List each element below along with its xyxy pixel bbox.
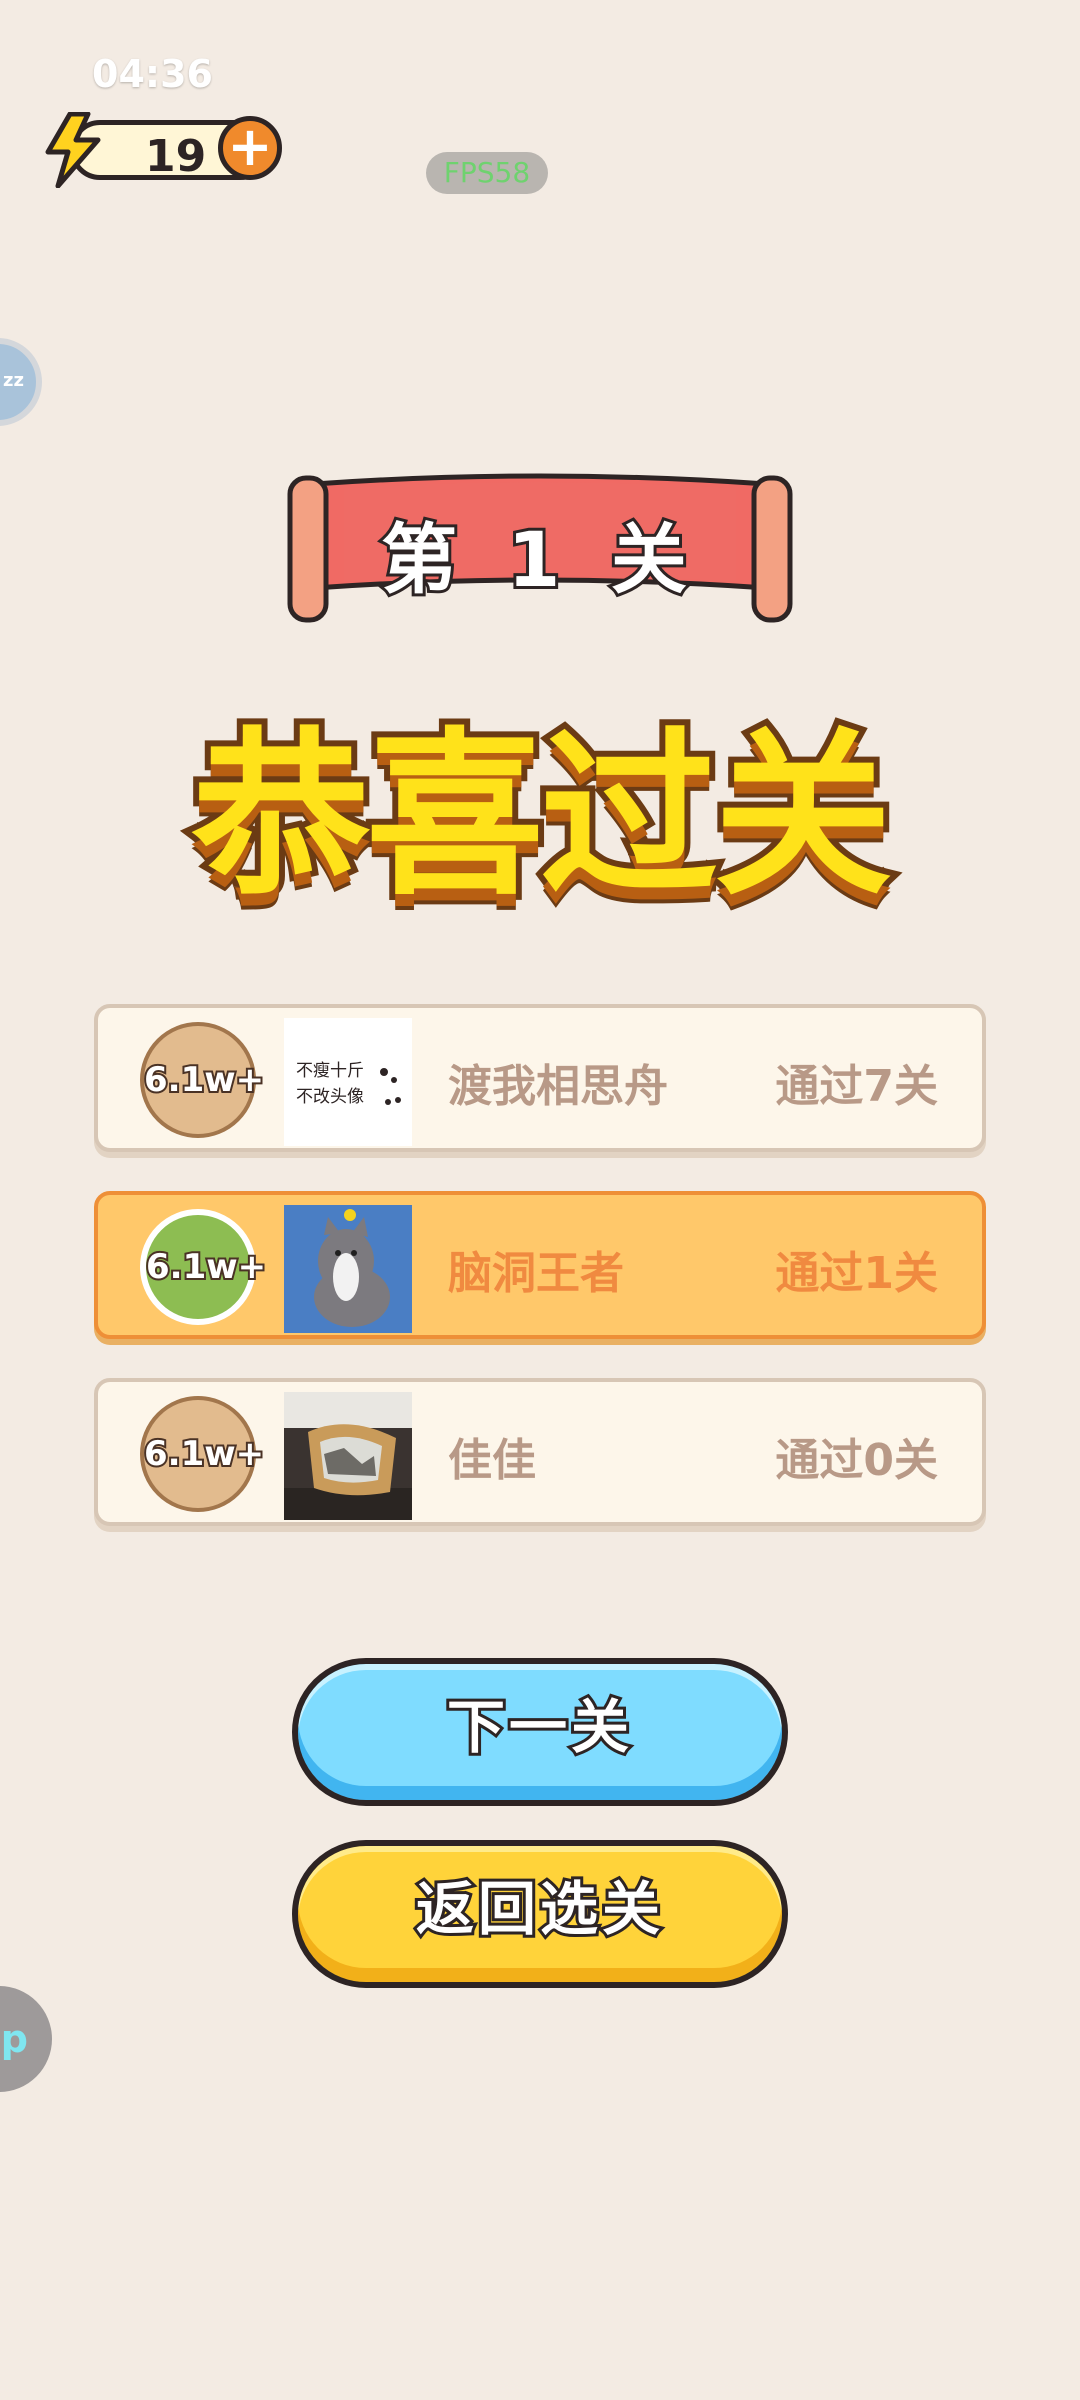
energy-count: 19	[145, 131, 207, 182]
avatar	[284, 1392, 412, 1520]
lightning-icon	[45, 112, 101, 188]
level-complete-headline: 恭喜过关	[186, 706, 898, 925]
player-progress: 通过1关	[775, 1248, 938, 1299]
level-title: 第 1 关	[378, 512, 699, 607]
avatar	[284, 1205, 412, 1333]
player-name: 佳佳	[448, 1435, 536, 1486]
leaderboard-row: 6.1w+ 不瘦十斤 不改头像 渡我相思舟 通过7关	[94, 1004, 986, 1152]
leaderboard-row: 6.1w+ 佳佳 通过0关	[94, 1378, 986, 1526]
back-to-level-select-button[interactable]: 返回选关	[292, 1840, 788, 1988]
svg-text:不改头像: 不改头像	[296, 1087, 364, 1107]
rank-badge: 6.1w+	[140, 1396, 266, 1512]
svg-text:不瘦十斤: 不瘦十斤	[296, 1061, 364, 1081]
player-progress: 通过0关	[775, 1435, 938, 1486]
status-time: 04:36	[92, 52, 213, 96]
next-level-button[interactable]: 下一关	[292, 1658, 788, 1806]
rank-badge: 6.1w+	[140, 1022, 266, 1138]
add-energy-button[interactable]: +	[218, 116, 282, 180]
player-name: 脑洞王者	[448, 1248, 624, 1299]
level-banner: 第 1 关	[284, 470, 796, 630]
floating-avatar[interactable]: zz	[0, 338, 42, 426]
player-name: 渡我相思舟	[448, 1061, 668, 1112]
rank-badge: 6.1w+	[140, 1209, 268, 1325]
energy-counter: 19 +	[40, 112, 290, 188]
floating-up-button[interactable]: up	[0, 1986, 52, 2092]
fps-counter: FPS58	[426, 152, 548, 194]
player-progress: 通过7关	[775, 1061, 938, 1112]
avatar: 不瘦十斤 不改头像	[284, 1018, 412, 1146]
leaderboard-row-current-user: 6.1w+ 脑洞王者 通过1关	[94, 1191, 986, 1339]
